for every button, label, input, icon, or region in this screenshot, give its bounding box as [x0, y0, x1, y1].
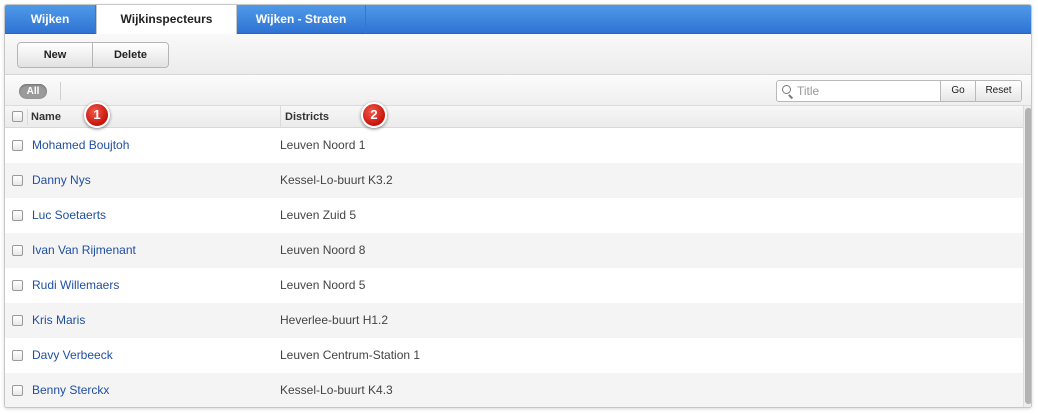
action-button-group: New Delete	[17, 42, 169, 68]
search-icon	[777, 81, 795, 101]
callout-marker-2: 2	[361, 102, 387, 128]
name-link[interactable]: Rudi Willemaers	[32, 268, 119, 303]
tab-wijken-straten[interactable]: Wijken - Straten	[237, 5, 366, 34]
row-checkbox[interactable]	[12, 350, 23, 361]
vertical-scrollbar[interactable]	[1023, 106, 1031, 407]
search-box: Go Reset	[776, 80, 1022, 102]
name-link[interactable]: Danny Nys	[32, 163, 91, 198]
district-cell: Leuven Noord 5	[280, 278, 366, 292]
table-row: Rudi Willemaers Leuven Noord 5	[5, 268, 1023, 303]
callout-marker-1: 1	[84, 102, 110, 128]
filter-bar: All Go Reset	[5, 76, 1031, 106]
district-cell: Kessel-Lo-buurt K3.2	[280, 173, 393, 187]
tab-bar: Wijken Wijkinspecteurs Wijken - Straten	[5, 5, 1031, 35]
scrollbar-thumb[interactable]	[1025, 108, 1031, 404]
table-row: Davy Verbeeck Leuven Centrum-Station 1	[5, 338, 1023, 373]
district-cell: Leuven Centrum-Station 1	[280, 348, 421, 362]
tab-wijkinspecteurs[interactable]: Wijkinspecteurs	[96, 5, 237, 35]
table-row: Kris Maris Heverlee-buurt H1.2	[5, 303, 1023, 338]
filter-divider	[60, 82, 61, 100]
row-checkbox[interactable]	[12, 245, 23, 256]
row-checkbox[interactable]	[12, 385, 23, 396]
name-link[interactable]: Ivan Van Rijmenant	[32, 233, 136, 268]
filter-all-button[interactable]: All	[19, 84, 47, 99]
district-cell: Leuven Noord 1	[280, 138, 366, 152]
table-body: Mohamed Boujtoh Leuven Noord 1 Danny Nys…	[5, 128, 1023, 407]
column-header-name[interactable]: Name	[31, 106, 276, 128]
name-link[interactable]: Kris Maris	[32, 303, 85, 338]
row-checkbox[interactable]	[12, 280, 23, 291]
name-link[interactable]: Benny Sterckx	[32, 373, 109, 407]
row-checkbox[interactable]	[12, 315, 23, 326]
table-header: Name Districts	[5, 106, 1023, 128]
delete-button[interactable]: Delete	[93, 43, 168, 67]
name-link[interactable]: Luc Soetaerts	[32, 198, 106, 233]
table-row: Ivan Van Rijmenant Leuven Noord 8	[5, 233, 1023, 268]
new-button[interactable]: New	[18, 43, 93, 67]
row-checkbox[interactable]	[12, 210, 23, 221]
district-cell: Kessel-Lo-buurt K4.3	[280, 383, 393, 397]
table-row: Mohamed Boujtoh Leuven Noord 1	[5, 128, 1023, 163]
select-all-checkbox[interactable]	[12, 111, 23, 122]
reset-button[interactable]: Reset	[975, 81, 1021, 101]
table-row: Benny Sterckx Kessel-Lo-buurt K4.3	[5, 373, 1023, 407]
name-link[interactable]: Mohamed Boujtoh	[32, 128, 129, 163]
search-input[interactable]	[795, 81, 940, 101]
row-checkbox[interactable]	[12, 140, 23, 151]
district-cell: Leuven Zuid 5	[280, 208, 357, 222]
column-header-districts[interactable]: Districts	[280, 106, 580, 128]
app-window: Wijken Wijkinspecteurs Wijken - Straten …	[4, 4, 1032, 408]
header-divider	[27, 109, 28, 125]
row-checkbox[interactable]	[12, 175, 23, 186]
district-cell: Leuven Noord 8	[280, 243, 366, 257]
district-cell: Heverlee-buurt H1.2	[280, 313, 389, 327]
name-link[interactable]: Davy Verbeeck	[32, 338, 113, 373]
tab-wijken[interactable]: Wijken	[5, 5, 96, 34]
table-row: Luc Soetaerts Leuven Zuid 5	[5, 198, 1023, 233]
toolbar: New Delete	[5, 34, 1031, 75]
table-row: Danny Nys Kessel-Lo-buurt K3.2	[5, 163, 1023, 198]
go-button[interactable]: Go	[940, 81, 975, 101]
